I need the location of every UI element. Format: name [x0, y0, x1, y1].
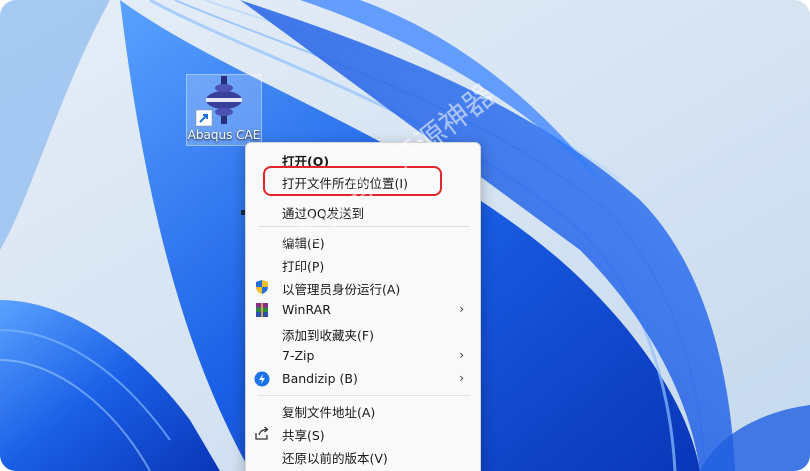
bandizip-icon: [254, 371, 270, 387]
menu-item-send-via-qq[interactable]: 通过QQ发送到: [246, 200, 480, 222]
desktop-shortcut-abaqus[interactable]: Abaqus CAE: [186, 74, 262, 146]
submenu-arrow-icon: ›: [459, 348, 464, 362]
submenu-arrow-icon: ›: [459, 371, 464, 385]
desktop-icon-label: Abaqus CAE: [187, 128, 261, 142]
menu-item-edit[interactable]: 编辑(E): [246, 230, 480, 252]
menu-item-share[interactable]: 共享(S): [246, 422, 480, 444]
menu-item-7zip[interactable]: 7-Zip ›: [246, 345, 480, 367]
menu-separator: [258, 395, 470, 396]
menu-item-add-to-favorites[interactable]: 添加到收藏夹(F): [246, 322, 480, 344]
menu-item-print[interactable]: 打印(P): [246, 253, 480, 275]
winrar-icon: [256, 303, 268, 317]
annotation-highlight-box: [263, 166, 442, 196]
screenshot-frame: Abaqus CAE 打开(O) 打开文件所在的位置(I) 通过QQ发送到 编辑…: [0, 0, 810, 471]
abaqus-app-icon: [195, 76, 242, 127]
menu-item-winrar[interactable]: WinRAR ›: [246, 299, 480, 321]
menu-item-run-as-admin[interactable]: 以管理员身份运行(A): [246, 276, 480, 298]
submenu-arrow-icon: ›: [459, 302, 464, 316]
shield-icon: [256, 280, 268, 294]
menu-item-restore-previous-versions[interactable]: 还原以前的版本(V): [246, 445, 480, 467]
share-icon: [255, 426, 269, 440]
menu-separator: [258, 226, 470, 227]
menu-item-copy-path[interactable]: 复制文件地址(A): [246, 399, 480, 421]
menu-item-bandizip[interactable]: Bandizip (B) ›: [246, 368, 480, 390]
